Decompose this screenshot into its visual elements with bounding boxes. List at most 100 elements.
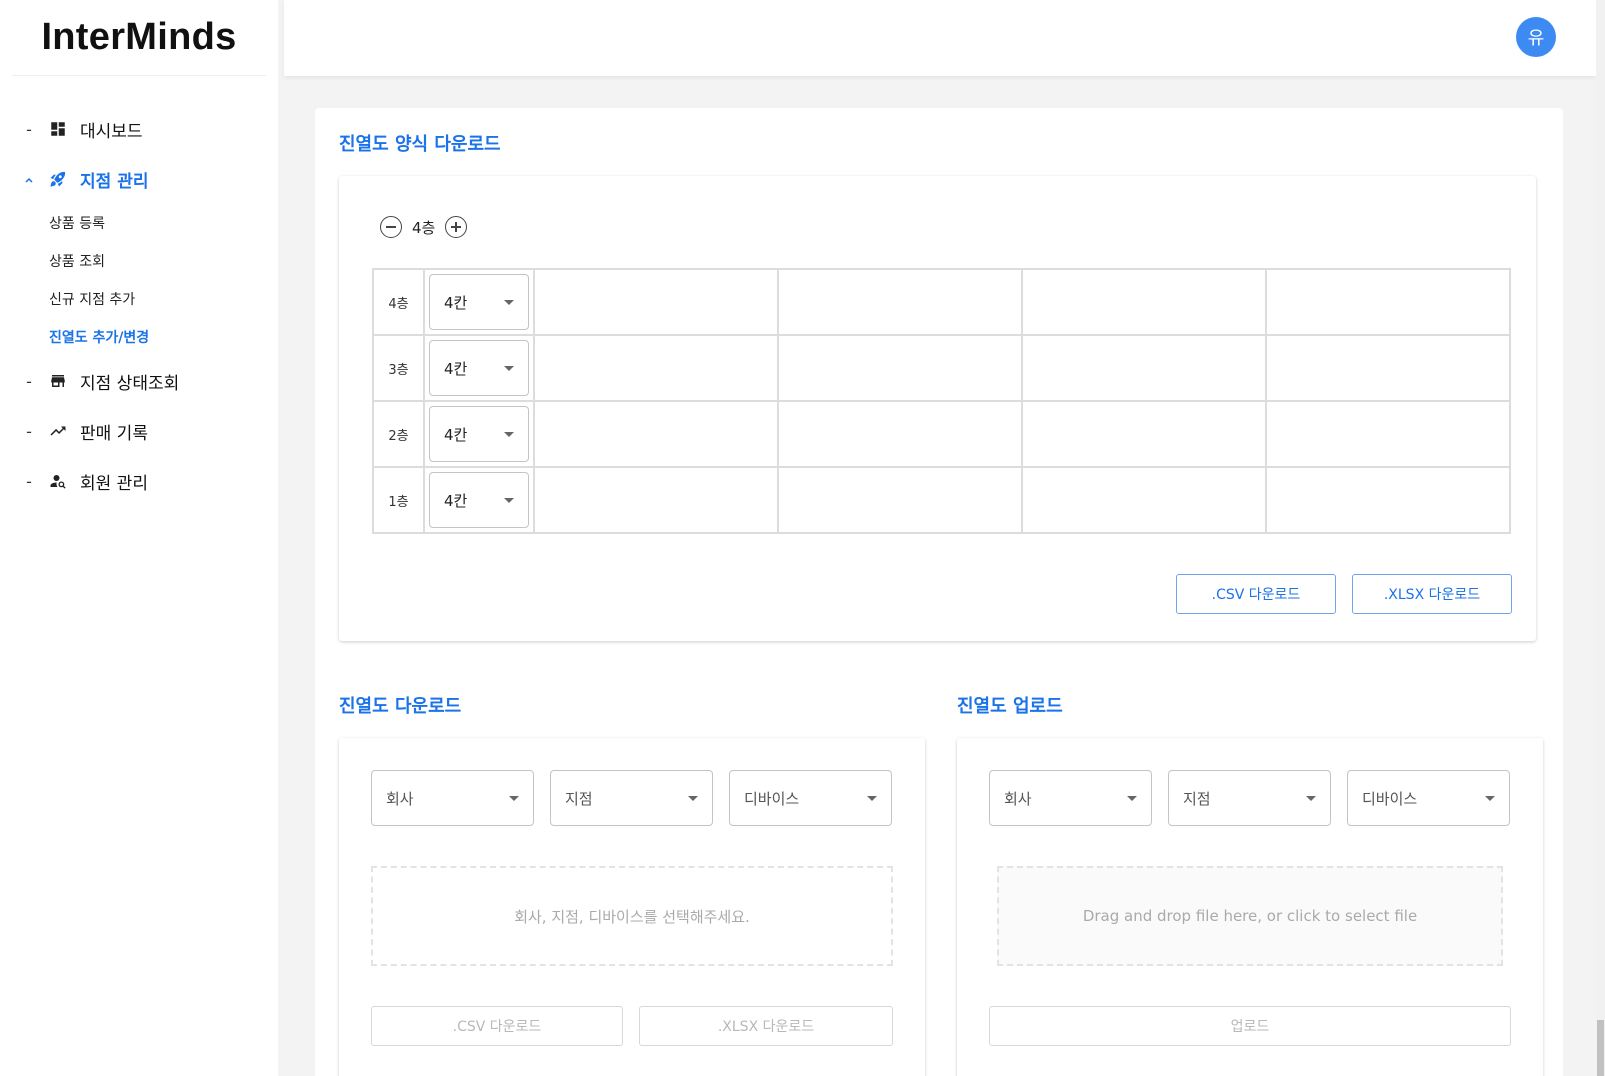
device-select[interactable]: 디바이스 bbox=[729, 770, 892, 826]
floor-label-cell: 3층 bbox=[372, 334, 425, 402]
column-count-value: 4칸 bbox=[444, 359, 468, 378]
company-select-placeholder: 회사 bbox=[1004, 789, 1032, 808]
sidebar-item-branch-management[interactable]: 지점 관리 bbox=[0, 154, 278, 204]
top-bar: 유 bbox=[284, 0, 1596, 76]
dropdown-arrow-icon bbox=[509, 795, 519, 801]
table-row: 1층 4칸 bbox=[372, 466, 1511, 534]
branch-select[interactable]: 지점 bbox=[1168, 770, 1331, 826]
shelf-cell[interactable] bbox=[777, 400, 1023, 468]
column-count-value: 4칸 bbox=[444, 491, 468, 510]
dropdown-arrow-icon bbox=[504, 365, 514, 371]
shelf-cell[interactable] bbox=[1021, 400, 1267, 468]
remove-floor-button[interactable] bbox=[380, 216, 402, 238]
dropdown-arrow-icon bbox=[504, 299, 514, 305]
dropdown-arrow-icon bbox=[504, 497, 514, 503]
company-select[interactable]: 회사 bbox=[371, 770, 534, 826]
user-avatar[interactable]: 유 bbox=[1516, 17, 1556, 57]
brand-name: InterMinds bbox=[41, 16, 237, 58]
collapse-indicator: - bbox=[26, 371, 32, 391]
file-dropzone[interactable]: Drag and drop file here, or click to sel… bbox=[997, 866, 1503, 966]
sidebar-subitem-product-search[interactable]: 상품 조회 bbox=[49, 242, 278, 280]
collapse-indicator: - bbox=[26, 119, 32, 139]
sidebar-nav: - 대시보드 지점 관리 상품 등록 상품 조회 신규 지점 추가 진열도 추가… bbox=[0, 76, 278, 506]
csv-download-button[interactable]: .CSV 다운로드 bbox=[371, 1006, 623, 1046]
upload-section-title: 진열도 업로드 bbox=[957, 696, 1063, 717]
selection-message-box: 회사, 지점, 디바이스를 선택해주세요. bbox=[371, 866, 893, 966]
shelf-cell[interactable] bbox=[1021, 334, 1267, 402]
collapse-indicator: - bbox=[26, 421, 32, 441]
device-select-placeholder: 디바이스 bbox=[744, 789, 800, 808]
floor-count-control: 4층 bbox=[380, 216, 468, 238]
shelf-cell[interactable] bbox=[1265, 400, 1511, 468]
selection-message: 회사, 지점, 디바이스를 선택해주세요. bbox=[514, 907, 750, 926]
dashboard-icon bbox=[48, 119, 68, 139]
sidebar-item-member-management[interactable]: - 회원 관리 bbox=[0, 456, 278, 506]
floor-label-cell: 4층 bbox=[372, 268, 425, 336]
shelf-cell[interactable] bbox=[533, 400, 779, 468]
floor-label-cell: 2층 bbox=[372, 400, 425, 468]
manage-accounts-icon bbox=[48, 471, 68, 491]
column-count-value: 4칸 bbox=[444, 425, 468, 444]
shelf-cell[interactable] bbox=[1021, 466, 1267, 534]
dropdown-arrow-icon bbox=[688, 795, 698, 801]
xlsx-download-button[interactable]: .XLSX 다운로드 bbox=[639, 1006, 893, 1046]
table-row: 3층 4칸 bbox=[372, 334, 1511, 402]
chevron-up-icon bbox=[24, 170, 34, 189]
table-row: 4층 4칸 bbox=[372, 268, 1511, 336]
add-floor-button[interactable] bbox=[445, 216, 468, 238]
shelf-cell[interactable] bbox=[777, 466, 1023, 534]
shelf-cell[interactable] bbox=[777, 268, 1023, 336]
shelf-cell[interactable] bbox=[533, 334, 779, 402]
scrollbar-thumb[interactable] bbox=[1597, 1020, 1604, 1076]
sidebar-item-label: 회원 관리 bbox=[80, 473, 148, 494]
shelf-cell[interactable] bbox=[533, 268, 779, 336]
planogram-grid: 4층 4칸 3층 4칸 2층 4칸 1층 4칸 bbox=[372, 268, 1511, 534]
shelf-cell[interactable] bbox=[777, 334, 1023, 402]
upload-card: 회사 지점 디바이스 Drag and drop file here, or c… bbox=[957, 738, 1543, 1076]
rocket-icon bbox=[48, 169, 68, 189]
template-xlsx-download-button[interactable]: .XLSX 다운로드 bbox=[1352, 574, 1512, 614]
shelf-cell[interactable] bbox=[533, 466, 779, 534]
main-panel: 진열도 양식 다운로드 4층 4층 4칸 3층 4칸 2층 4칸 1층 4칸 .… bbox=[315, 108, 1563, 1076]
device-select[interactable]: 디바이스 bbox=[1347, 770, 1510, 826]
column-count-select[interactable]: 4칸 bbox=[429, 406, 529, 462]
dropdown-arrow-icon bbox=[867, 795, 877, 801]
trending-up-icon bbox=[48, 421, 68, 441]
branch-select-placeholder: 지점 bbox=[565, 789, 593, 808]
sidebar-item-label: 대시보드 bbox=[80, 121, 143, 142]
branch-select[interactable]: 지점 bbox=[550, 770, 713, 826]
column-count-value: 4칸 bbox=[444, 293, 468, 312]
shelf-cell[interactable] bbox=[1021, 268, 1267, 336]
dropdown-arrow-icon bbox=[504, 431, 514, 437]
shelf-cell[interactable] bbox=[1265, 334, 1511, 402]
template-card: 4층 4층 4칸 3층 4칸 2층 4칸 1층 4칸 .CSV 다운로드 .XL… bbox=[339, 176, 1536, 641]
page-scrollbar[interactable] bbox=[1596, 0, 1605, 1076]
download-section-title: 진열도 다운로드 bbox=[339, 696, 462, 717]
sidebar-item-dashboard[interactable]: - 대시보드 bbox=[0, 104, 278, 154]
template-csv-download-button[interactable]: .CSV 다운로드 bbox=[1176, 574, 1336, 614]
shelf-cell[interactable] bbox=[1265, 466, 1511, 534]
company-select[interactable]: 회사 bbox=[989, 770, 1152, 826]
floor-label-cell: 1층 bbox=[372, 466, 425, 534]
upload-button[interactable]: 업로드 bbox=[989, 1006, 1511, 1046]
branch-select-placeholder: 지점 bbox=[1183, 789, 1211, 808]
sidebar-item-label: 지점 상태조회 bbox=[80, 373, 180, 394]
floor-count-label: 4층 bbox=[412, 218, 436, 237]
sidebar-item-sales-history[interactable]: - 판매 기록 bbox=[0, 406, 278, 456]
sidebar-subitem-planogram-edit[interactable]: 진열도 추가/변경 bbox=[49, 318, 278, 356]
brand-logo[interactable]: InterMinds bbox=[12, 0, 266, 76]
sidebar-item-branch-status[interactable]: - 지점 상태조회 bbox=[0, 356, 278, 406]
download-card: 회사 지점 디바이스 회사, 지점, 디바이스를 선택해주세요. .CSV 다운… bbox=[339, 738, 925, 1076]
column-count-select[interactable]: 4칸 bbox=[429, 340, 529, 396]
dropdown-arrow-icon bbox=[1306, 795, 1316, 801]
shelf-cell[interactable] bbox=[1265, 268, 1511, 336]
dropdown-arrow-icon bbox=[1485, 795, 1495, 801]
collapse-indicator: - bbox=[26, 471, 32, 491]
template-section-title: 진열도 양식 다운로드 bbox=[339, 134, 501, 155]
dropzone-text: Drag and drop file here, or click to sel… bbox=[1082, 907, 1418, 925]
column-count-select[interactable]: 4칸 bbox=[429, 472, 529, 528]
dropdown-arrow-icon bbox=[1127, 795, 1137, 801]
sidebar-subitem-product-register[interactable]: 상품 등록 bbox=[49, 204, 278, 242]
sidebar-subitem-new-branch[interactable]: 신규 지점 추가 bbox=[49, 280, 278, 318]
column-count-select[interactable]: 4칸 bbox=[429, 274, 529, 330]
